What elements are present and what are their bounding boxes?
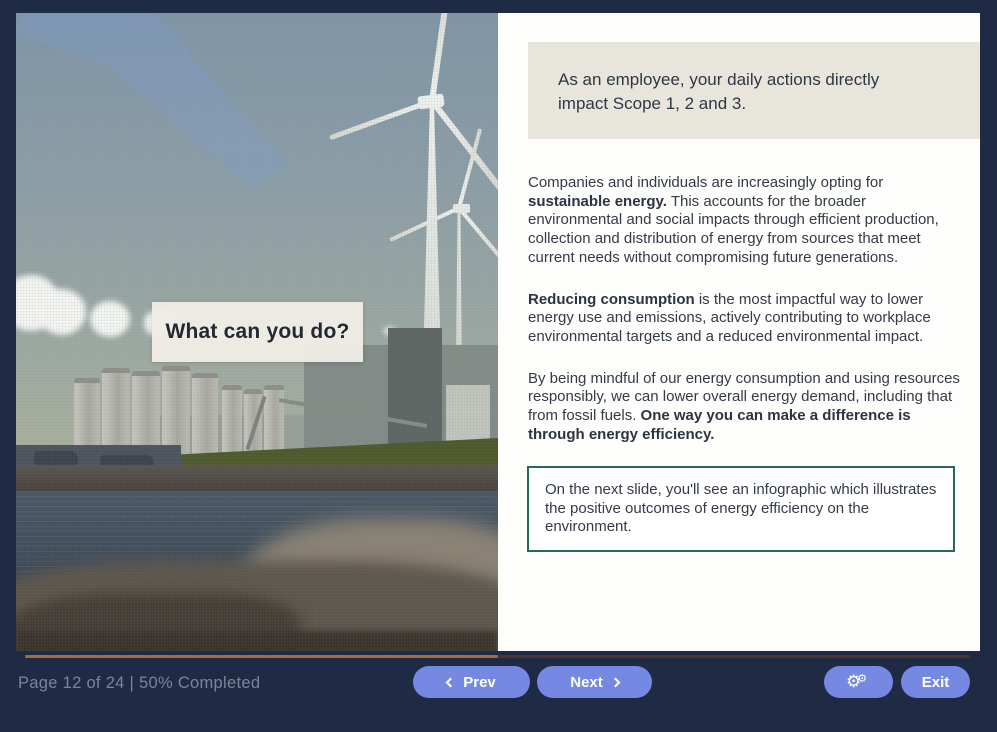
prev-button[interactable]: Prev — [413, 666, 530, 698]
photo-question-text: What can you do? — [165, 320, 349, 344]
page-status: Page 12 of 24 | 50% Completed — [18, 674, 260, 693]
paragraph-sustainable-energy: Companies and individuals are increasing… — [528, 174, 960, 268]
paragraph-energy-efficiency: By being mindful of our energy consumpti… — [528, 370, 960, 445]
paragraph-reducing-consumption: Reducing consumption is the most impactf… — [528, 291, 960, 347]
next-button[interactable]: Next — [537, 666, 652, 698]
next-slide-callout-text: On the next slide, you'll see an infogra… — [545, 481, 936, 535]
foreground-blur — [16, 631, 498, 651]
course-progress-fill — [25, 655, 498, 658]
chevron-right-icon — [610, 677, 620, 687]
settings-button[interactable]: ⚙⚙ — [824, 666, 893, 698]
smoke-puff — [38, 289, 86, 335]
slide-header-box: As an employee, your daily actions direc… — [528, 42, 980, 139]
plant-building — [446, 385, 490, 447]
silo — [222, 385, 242, 455]
gear-icon: ⚙⚙ — [846, 672, 871, 692]
next-slide-callout: On the next slide, you'll see an infogra… — [527, 466, 955, 552]
quay-wall — [16, 465, 498, 493]
exit-button[interactable]: Exit — [901, 666, 970, 698]
player-footer: Page 12 of 24 | 50% Completed Prev Next … — [0, 664, 997, 732]
photo-question-overlay: What can you do? — [152, 302, 363, 362]
course-progress-bar — [25, 655, 970, 658]
turbine-nacelle — [453, 204, 470, 213]
slide-photo-wind-turbines: What can you do? — [16, 13, 498, 651]
slide-header-text: As an employee, your daily actions direc… — [558, 70, 879, 113]
smoke-puff — [90, 301, 130, 337]
slide-body: Companies and individuals are increasing… — [528, 174, 960, 467]
boat — [34, 451, 78, 465]
silo — [264, 385, 284, 455]
plant-building — [388, 328, 442, 461]
slide-content-panel: As an employee, your daily actions direc… — [498, 13, 980, 651]
chevron-left-icon — [446, 677, 456, 687]
silo — [192, 373, 218, 458]
